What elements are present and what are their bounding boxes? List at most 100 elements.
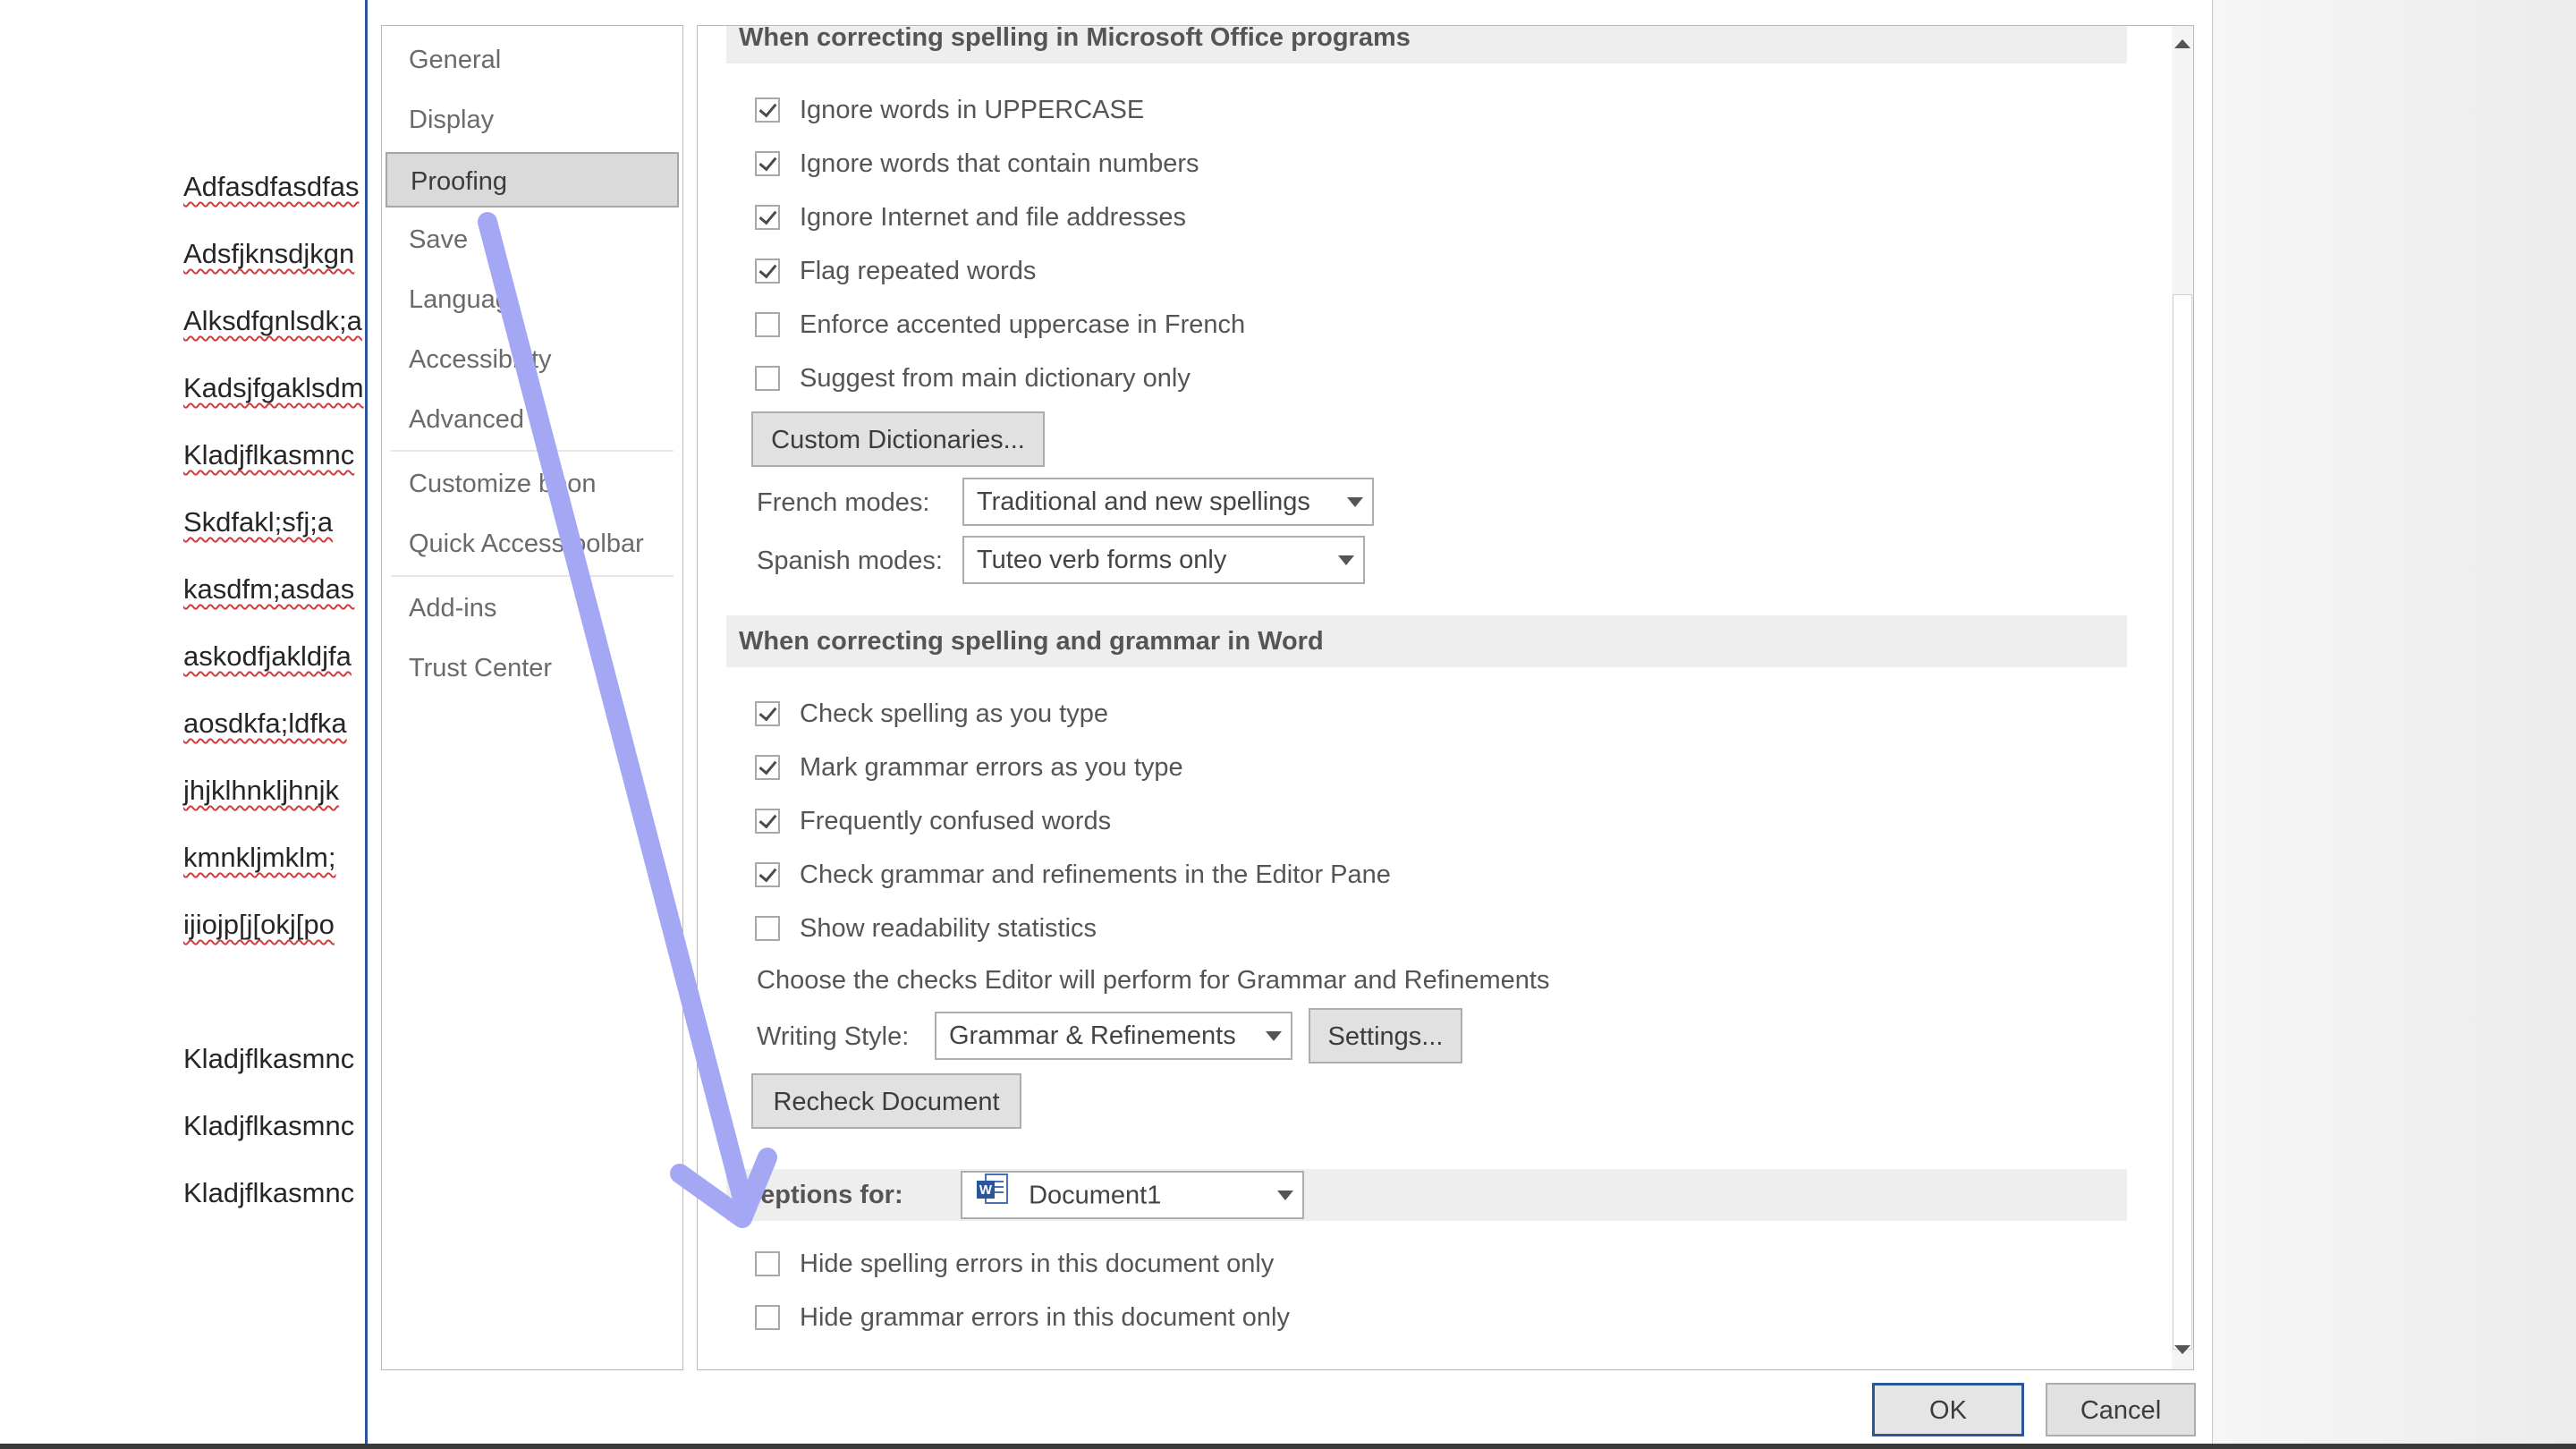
exceptions-document-dropdown[interactable]: W Document1: [961, 1171, 1304, 1219]
checkbox-label: Enforce accented uppercase in French: [800, 309, 1246, 339]
nav-item-language[interactable]: Languag: [386, 272, 679, 327]
options-nav: General Display Proofing Save Languag Ac…: [381, 25, 683, 1370]
checkbox-label: Check grammar and refinements in the Edi…: [800, 860, 1391, 889]
checkbox-editor-pane[interactable]: [755, 862, 780, 887]
document-line: jhjklhnkljhnjk: [183, 775, 340, 806]
checkbox-check-spelling[interactable]: [755, 701, 780, 726]
spanish-modes-label: Spanish modes:: [757, 547, 943, 575]
document-line: askodfjakldjfa: [183, 640, 352, 672]
writing-style-label: Writing Style:: [757, 1022, 910, 1051]
document-line: Adsfjknsdjkgn: [183, 238, 355, 269]
checkbox-ignore-uppercase[interactable]: [755, 97, 780, 123]
proofing-options-panel: When correcting spelling in Microsoft Of…: [697, 25, 2194, 1370]
document-line: Kladjflkasmnc: [183, 439, 355, 470]
checkbox-flag-repeated[interactable]: [755, 258, 780, 284]
nav-item-customize-ribbon[interactable]: Customize bbon: [386, 456, 679, 512]
document-line: Skdfakl;sfj;a: [183, 506, 334, 538]
checkbox-label: Check spelling as you type: [800, 699, 1108, 728]
checkbox-row-hide-spelling[interactable]: Hide spelling errors in this document on…: [755, 1244, 1274, 1284]
checkbox-label: Ignore words in UPPERCASE: [800, 95, 1145, 124]
section-header-office: When correcting spelling in Microsoft Of…: [726, 26, 2127, 64]
spanish-modes-dropdown[interactable]: Tuteo verb forms only: [962, 536, 1365, 584]
document-line: Kladjflkasmnc: [183, 1110, 355, 1141]
cancel-button[interactable]: Cancel: [2046, 1383, 2196, 1436]
window-background-right: [2209, 0, 2576, 1449]
writing-style-dropdown[interactable]: Grammar & Refinements: [935, 1012, 1292, 1060]
checkbox-row-readability[interactable]: Show readability statistics: [755, 909, 1097, 948]
nav-item-trust-center[interactable]: Trust Center: [386, 640, 679, 696]
taskbar-edge: [0, 1444, 2576, 1449]
checkbox-row-mark-grammar[interactable]: Mark grammar errors as you type: [755, 748, 1183, 787]
chevron-down-icon: [1277, 1191, 1293, 1200]
scroll-up-arrow-icon[interactable]: [2172, 26, 2193, 65]
document-line: Kladjflkasmnc: [183, 1177, 355, 1208]
document-line: Kadsjfgaklsdm: [183, 372, 364, 403]
nav-item-general[interactable]: General: [386, 32, 679, 88]
nav-divider: [391, 450, 674, 452]
nav-item-advanced[interactable]: Advanced: [386, 392, 679, 447]
dropdown-value: Traditional and new spellings: [977, 487, 1310, 516]
french-modes-label: French modes:: [757, 488, 930, 517]
scrollbar-thumb[interactable]: [2173, 294, 2192, 1350]
chevron-down-icon: [1347, 497, 1363, 507]
checkbox-row-ignore-internet[interactable]: Ignore Internet and file addresses: [755, 198, 1186, 237]
exceptions-for-label: ceptions for:: [746, 1181, 903, 1209]
checkbox-row-check-spelling[interactable]: Check spelling as you type: [755, 694, 1108, 733]
checkbox-label: Mark grammar errors as you type: [800, 752, 1183, 782]
recheck-document-button[interactable]: Recheck Document: [751, 1073, 1021, 1129]
nav-divider: [391, 575, 674, 577]
chevron-down-icon: [1338, 555, 1354, 565]
checkbox-label: Flag repeated words: [800, 256, 1037, 285]
document-line: kasdfm;asdas: [183, 573, 355, 605]
word-document-icon: W: [975, 1173, 1011, 1221]
checkbox-ignore-numbers[interactable]: [755, 151, 780, 176]
checkbox-label: Suggest from main dictionary only: [800, 363, 1191, 393]
document-line: aosdkfa;ldfka: [183, 708, 347, 739]
nav-item-add-ins[interactable]: Add-ins: [386, 580, 679, 636]
checkbox-row-enforce-french[interactable]: Enforce accented uppercase in French: [755, 305, 1245, 344]
document-line: Kladjflkasmnc: [183, 1043, 355, 1074]
checkbox-row-ignore-uppercase[interactable]: Ignore words in UPPERCASE: [755, 90, 1144, 130]
checkbox-label: Show readability statistics: [800, 913, 1097, 943]
vertical-scrollbar[interactable]: [2172, 26, 2193, 1369]
dropdown-value: Document1: [1029, 1181, 1162, 1210]
custom-dictionaries-button[interactable]: Custom Dictionaries...: [751, 411, 1045, 467]
checkbox-main-dictionary[interactable]: [755, 366, 780, 391]
document-line: ijiojp[j[okj[po: [183, 909, 335, 940]
word-options-dialog: General Display Proofing Save Languag Ac…: [365, 0, 2213, 1449]
checkbox-row-flag-repeated[interactable]: Flag repeated words: [755, 251, 1036, 291]
dropdown-value: Grammar & Refinements: [949, 1021, 1236, 1050]
document-line: Alksdfgnlsdk;a: [183, 305, 362, 336]
french-modes-dropdown[interactable]: Traditional and new spellings: [962, 478, 1374, 526]
checkbox-enforce-french[interactable]: [755, 312, 780, 337]
nav-item-quick-access-toolbar[interactable]: Quick Access oolbar: [386, 516, 679, 572]
svg-text:W: W: [979, 1182, 993, 1198]
checkbox-row-editor-pane[interactable]: Check grammar and refinements in the Edi…: [755, 855, 1391, 894]
checkbox-ignore-internet[interactable]: [755, 205, 780, 230]
nav-item-save[interactable]: Save: [386, 212, 679, 267]
ok-button[interactable]: OK: [1872, 1383, 2024, 1436]
document-line: Adfasdfasdfas: [183, 171, 360, 202]
checkbox-mark-grammar[interactable]: [755, 755, 780, 780]
checkbox-hide-grammar[interactable]: [755, 1305, 780, 1330]
nav-item-display[interactable]: Display: [386, 92, 679, 148]
section-header-exceptions: ceptions for:: [726, 1169, 2127, 1221]
checkbox-readability[interactable]: [755, 916, 780, 941]
checkbox-hide-spelling[interactable]: [755, 1251, 780, 1276]
choose-checks-text: Choose the checks Editor will perform fo…: [757, 966, 1550, 995]
chevron-down-icon: [1266, 1031, 1282, 1041]
nav-item-accessibility[interactable]: Accessibi ity: [386, 332, 679, 387]
checkbox-confused-words[interactable]: [755, 809, 780, 834]
checkbox-row-main-dictionary[interactable]: Suggest from main dictionary only: [755, 359, 1191, 398]
checkbox-label: Hide spelling errors in this document on…: [800, 1249, 1275, 1278]
checkbox-row-ignore-numbers[interactable]: Ignore words that contain numbers: [755, 144, 1199, 183]
dropdown-value: Tuteo verb forms only: [977, 546, 1227, 574]
settings-button[interactable]: Settings...: [1309, 1008, 1462, 1063]
section-header-word: When correcting spelling and grammar in …: [726, 615, 2127, 667]
nav-item-proofing[interactable]: Proofing: [386, 152, 679, 208]
checkbox-label: Hide grammar errors in this document onl…: [800, 1302, 1290, 1332]
checkbox-row-confused-words[interactable]: Frequently confused words: [755, 801, 1111, 841]
checkbox-row-hide-grammar[interactable]: Hide grammar errors in this document onl…: [755, 1298, 1290, 1337]
checkbox-label: Ignore words that contain numbers: [800, 148, 1199, 178]
scroll-down-arrow-icon[interactable]: [2172, 1330, 2193, 1369]
